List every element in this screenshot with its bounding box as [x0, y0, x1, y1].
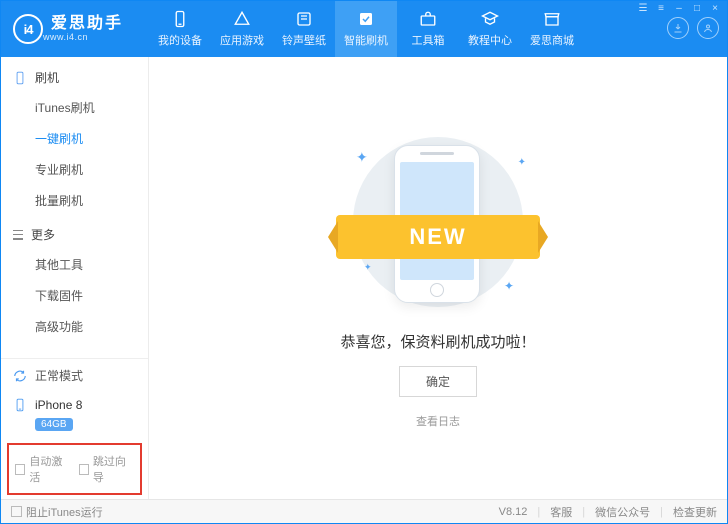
header-right [667, 17, 719, 39]
nav-tutorials[interactable]: 教程中心 [459, 1, 521, 57]
main-content: NEW ✦ ✦ ✦ ✦ 恭喜您，保资料刷机成功啦！ 确定 查看日志 [149, 57, 727, 499]
brand-url: www.i4.cn [43, 32, 123, 42]
account-button[interactable] [697, 17, 719, 39]
app-header: ☰ ≡ – □ × i4 爱思助手 www.i4.cn 我的设备 应用游戏 [1, 1, 727, 57]
nav-toolbox[interactable]: 工具箱 [397, 1, 459, 57]
sidebar-item-batch-flash[interactable]: 批量刷机 [1, 185, 148, 216]
device-indicator[interactable]: iPhone 8 [1, 392, 148, 416]
apps-icon [233, 10, 251, 28]
sparkle-icon: ✦ [364, 262, 372, 273]
checkbox-auto-activate[interactable]: 自动激活 [15, 453, 71, 485]
sidebar-item-other-tools[interactable]: 其他工具 [1, 249, 148, 280]
sidebar-item-advanced[interactable]: 高级功能 [1, 311, 148, 342]
status-bar: 阻止iTunes运行 V8.12 | 客服 | 微信公众号 | 检查更新 [1, 499, 727, 523]
checkbox-block-itunes[interactable]: 阻止iTunes运行 [11, 504, 103, 520]
nav-apps[interactable]: 应用游戏 [211, 1, 273, 57]
winctl-sync-icon[interactable]: ☰ [637, 3, 649, 14]
nav-ringtones[interactable]: 铃声壁纸 [273, 1, 335, 57]
tutorial-icon [481, 10, 499, 28]
winctl-menu-icon[interactable]: ≡ [655, 3, 667, 14]
checkbox-skip-guide[interactable]: 跳过向导 [79, 453, 135, 485]
brand-name: 爱思助手 [51, 16, 123, 32]
support-link[interactable]: 客服 [550, 504, 572, 520]
sparkle-icon: ✦ [356, 149, 368, 166]
menu-icon [13, 230, 23, 240]
top-nav: 我的设备 应用游戏 铃声壁纸 智能刷机 工具箱 教程中心 [149, 1, 583, 57]
sync-icon [13, 369, 27, 383]
nav-my-device[interactable]: 我的设备 [149, 1, 211, 57]
check-update-link[interactable]: 检查更新 [673, 504, 717, 520]
sparkle-icon: ✦ [518, 157, 526, 168]
winctl-close-icon[interactable]: × [709, 3, 721, 14]
storage-badge: 64GB [35, 418, 73, 431]
phone-icon [13, 398, 27, 412]
options-row: 自动激活 跳过向导 [7, 443, 142, 495]
device-icon [171, 10, 189, 28]
sidebar-item-oneclick-flash[interactable]: 一键刷机 [1, 123, 148, 154]
view-log-link[interactable]: 查看日志 [416, 413, 460, 429]
sparkle-icon: ✦ [504, 279, 514, 293]
sidebar-item-itunes-flash[interactable]: iTunes刷机 [1, 92, 148, 123]
winctl-min-icon[interactable]: – [673, 3, 685, 14]
download-button[interactable] [667, 17, 689, 39]
window-controls: ☰ ≡ – □ × [637, 3, 721, 14]
store-icon [543, 10, 561, 28]
new-ribbon: NEW [336, 215, 540, 259]
sidebar-group-more[interactable]: 更多 [1, 220, 148, 249]
toolbox-icon [419, 10, 437, 28]
logo-icon: i4 [13, 14, 43, 44]
version-label: V8.12 [499, 506, 528, 518]
winctl-max-icon[interactable]: □ [691, 3, 703, 14]
sidebar-item-download-fw[interactable]: 下载固件 [1, 280, 148, 311]
sidebar-item-pro-flash[interactable]: 专业刷机 [1, 154, 148, 185]
sidebar: 刷机 iTunes刷机 一键刷机 专业刷机 批量刷机 更多 其他工具 下载固件 … [1, 57, 149, 499]
ringtone-icon [295, 10, 313, 28]
nav-store[interactable]: 爱思商城 [521, 1, 583, 57]
brand-logo[interactable]: i4 爱思助手 www.i4.cn [1, 14, 149, 44]
nav-flash[interactable]: 智能刷机 [335, 1, 397, 57]
flash-icon [357, 10, 375, 28]
wechat-link[interactable]: 微信公众号 [595, 504, 650, 520]
phone-flash-icon [13, 71, 27, 85]
success-message: 恭喜您，保资料刷机成功啦！ [340, 331, 535, 352]
success-illustration: NEW ✦ ✦ ✦ ✦ [328, 127, 548, 317]
mode-indicator[interactable]: 正常模式 [1, 359, 148, 392]
sidebar-group-flash[interactable]: 刷机 [1, 63, 148, 92]
ok-button[interactable]: 确定 [399, 366, 477, 397]
